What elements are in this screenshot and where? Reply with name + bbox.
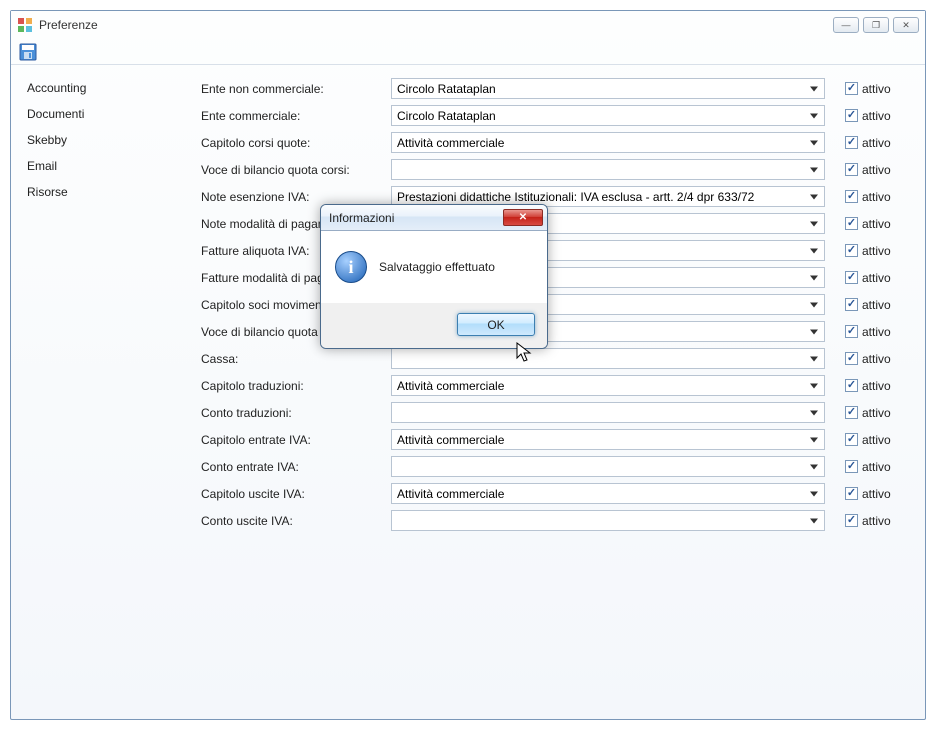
dialog-titlebar: Informazioni ✕: [321, 205, 547, 231]
dialog-body: i Salvataggio effettuato: [321, 231, 547, 303]
dialog-close-button[interactable]: ✕: [503, 209, 543, 226]
dialog-message: Salvataggio effettuato: [379, 260, 495, 274]
info-dialog: Informazioni ✕ i Salvataggio effettuato …: [320, 204, 548, 349]
info-icon: i: [335, 251, 367, 283]
dialog-title: Informazioni: [329, 211, 503, 225]
ok-button[interactable]: OK: [457, 313, 535, 336]
dialog-footer: OK: [321, 303, 547, 348]
dialog-overlay: Informazioni ✕ i Salvataggio effettuato …: [0, 0, 940, 732]
